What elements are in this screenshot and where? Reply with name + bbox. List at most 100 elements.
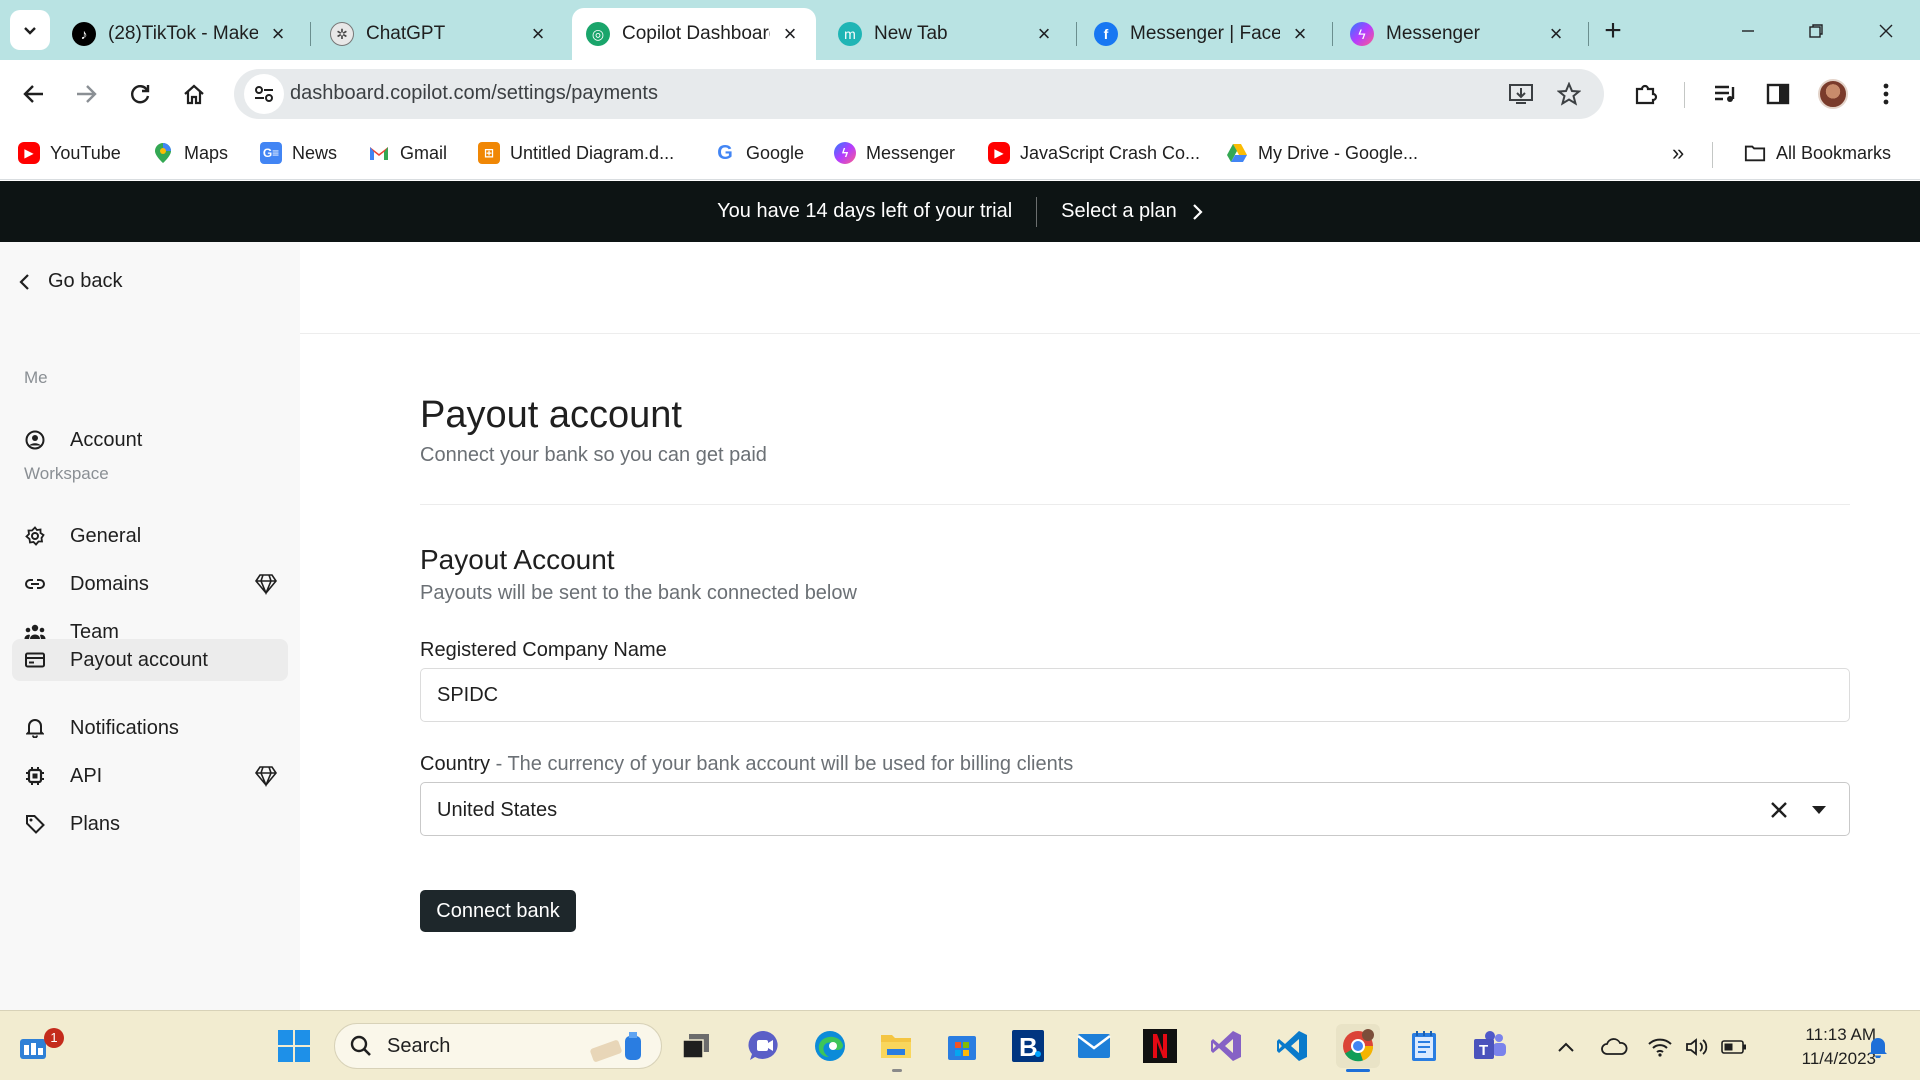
- trial-banner: You have 14 days left of your trial Sele…: [0, 181, 1920, 242]
- minimize-button[interactable]: [1728, 14, 1768, 48]
- more-vert-icon: [1883, 83, 1889, 105]
- store-icon: [948, 1036, 976, 1060]
- reload-button[interactable]: [120, 74, 160, 114]
- back-button[interactable]: [14, 74, 54, 114]
- bookmark-label: Gmail: [400, 142, 448, 163]
- chrome-button[interactable]: [1336, 1024, 1380, 1068]
- country-select[interactable]: United States: [420, 782, 1850, 836]
- bookmark-untitled-diagram[interactable]: ⊞ Untitled Diagram.d...: [478, 138, 674, 168]
- widgets-button[interactable]: 1: [12, 1024, 64, 1068]
- wifi-tray-icon[interactable]: [1646, 1033, 1674, 1061]
- diamond-icon: [255, 766, 277, 787]
- chevron-up-icon: [1558, 1042, 1574, 1052]
- sidebar-item-domains[interactable]: Domains: [12, 563, 288, 605]
- sidebar-item-label: Notifications: [70, 716, 179, 739]
- news-icon: G≡: [260, 142, 282, 164]
- m-icon: m: [838, 22, 862, 46]
- booking-app-button[interactable]: B: [1006, 1024, 1050, 1068]
- notepad-button[interactable]: [1402, 1024, 1446, 1068]
- volume-tray-icon[interactable]: [1684, 1033, 1712, 1061]
- notifications-tray-button[interactable]: [1864, 1033, 1892, 1061]
- chrome-menu-button[interactable]: [1866, 74, 1906, 114]
- chat-app-button[interactable]: [742, 1024, 786, 1068]
- company-name-input[interactable]: [420, 668, 1850, 722]
- select-plan-link[interactable]: Select a plan: [1061, 200, 1203, 223]
- show-hidden-icons-button[interactable]: [1552, 1033, 1580, 1061]
- bookmark-gmail[interactable]: Gmail: [368, 138, 447, 168]
- start-button[interactable]: [272, 1024, 316, 1068]
- battery-tray-icon[interactable]: [1720, 1033, 1748, 1061]
- close-tab-icon[interactable]: ×: [1032, 21, 1056, 46]
- forward-button[interactable]: [66, 74, 106, 114]
- tab-search-button[interactable]: [10, 10, 50, 50]
- more-bookmarks-button[interactable]: »: [1672, 138, 1684, 168]
- close-tab-icon[interactable]: ×: [778, 21, 802, 46]
- bookmark-star-button[interactable]: [1554, 79, 1584, 109]
- file-explorer-button[interactable]: [874, 1024, 918, 1068]
- profile-avatar[interactable]: [1818, 79, 1848, 109]
- bookmark-google[interactable]: G Google: [714, 138, 804, 168]
- go-back-link[interactable]: Go back: [14, 270, 122, 293]
- all-bookmarks-label: All Bookmarks: [1776, 142, 1892, 163]
- bookmark-javascript-crash-course[interactable]: ▶ JavaScript Crash Co...: [988, 138, 1200, 168]
- bookmark-my-drive[interactable]: My Drive - Google...: [1226, 138, 1418, 168]
- bookmark-news[interactable]: G≡ News: [260, 138, 337, 168]
- close-tab-icon[interactable]: ×: [526, 21, 550, 46]
- close-tab-icon[interactable]: ×: [266, 21, 290, 46]
- tab-copilot-dashboard[interactable]: ◎ Copilot Dashboard ×: [572, 8, 816, 60]
- home-button[interactable]: [174, 74, 214, 114]
- sidebar-item-payout-account[interactable]: Payout account: [12, 639, 288, 681]
- edge-icon: [815, 1031, 845, 1061]
- section-subtitle: Payouts will be sent to the bank connect…: [420, 582, 857, 604]
- star-icon: [1557, 82, 1581, 106]
- visual-studio-button[interactable]: [1204, 1024, 1248, 1068]
- bookmark-messenger[interactable]: ϟ Messenger: [834, 138, 955, 168]
- page-title: Payout account: [420, 394, 682, 436]
- bookmark-youtube[interactable]: ▶ YouTube: [18, 138, 121, 168]
- address-bar[interactable]: dashboard.copilot.com/settings/payments: [234, 69, 1604, 119]
- task-view-button[interactable]: [674, 1024, 718, 1068]
- vscode-button[interactable]: [1270, 1024, 1314, 1068]
- install-app-button[interactable]: [1506, 79, 1536, 109]
- search-highlight-icon: [587, 1030, 647, 1070]
- sidebar-item-notifications[interactable]: Notifications: [12, 707, 288, 749]
- sidebar-item-plans[interactable]: Plans: [12, 803, 288, 845]
- restore-button[interactable]: [1796, 14, 1836, 48]
- tab-chatgpt[interactable]: ✲ ChatGPT ×: [316, 8, 564, 60]
- taskbar-clock[interactable]: 11:13 AM 11/4/2023: [1772, 1023, 1876, 1071]
- bell-icon: [1869, 1038, 1887, 1058]
- url-text[interactable]: dashboard.copilot.com/settings/payments: [290, 82, 658, 105]
- tab-messenger-facebook[interactable]: f Messenger | Faceb ×: [1080, 8, 1326, 60]
- search-icon: [349, 1034, 373, 1058]
- close-window-button[interactable]: [1866, 14, 1906, 48]
- bookmark-label: JavaScript Crash Co...: [1020, 142, 1201, 163]
- teams-button[interactable]: T: [1468, 1024, 1512, 1068]
- extensions-button[interactable]: [1626, 74, 1666, 114]
- onedrive-tray-icon[interactable]: [1600, 1033, 1628, 1061]
- side-panel-button[interactable]: [1758, 74, 1798, 114]
- sidebar-item-label: Payout account: [70, 648, 208, 671]
- sidebar-item-account[interactable]: Account: [12, 419, 288, 461]
- close-tab-icon[interactable]: ×: [1544, 21, 1568, 46]
- microsoft-store-button[interactable]: [940, 1024, 984, 1068]
- tab-new-tab[interactable]: m New Tab ×: [824, 8, 1070, 60]
- all-bookmarks-button[interactable]: All Bookmarks: [1744, 138, 1891, 168]
- sidebar-item-api[interactable]: API: [12, 755, 288, 797]
- mail-button[interactable]: [1072, 1024, 1116, 1068]
- bookmark-maps[interactable]: Maps: [152, 138, 228, 168]
- tab-tiktok[interactable]: ♪ (28)TikTok - Make ×: [58, 8, 304, 60]
- netflix-button[interactable]: [1138, 1024, 1182, 1068]
- edge-button[interactable]: [808, 1024, 852, 1068]
- clear-selection-icon[interactable]: [1765, 796, 1793, 824]
- new-tab-button[interactable]: +: [1596, 14, 1630, 48]
- chip-icon: [24, 765, 46, 787]
- site-info-button[interactable]: [244, 74, 284, 114]
- dropdown-caret-icon[interactable]: [1805, 796, 1833, 824]
- close-tab-icon[interactable]: ×: [1288, 21, 1312, 46]
- connect-bank-button[interactable]: Connect bank: [420, 890, 576, 932]
- tab-title: Messenger | Faceb: [1130, 23, 1280, 44]
- tab-messenger[interactable]: ϟ Messenger ×: [1336, 8, 1582, 60]
- sidebar-item-general[interactable]: General: [12, 515, 288, 557]
- media-controls-button[interactable]: [1706, 74, 1746, 114]
- taskbar-search[interactable]: Search: [334, 1023, 662, 1069]
